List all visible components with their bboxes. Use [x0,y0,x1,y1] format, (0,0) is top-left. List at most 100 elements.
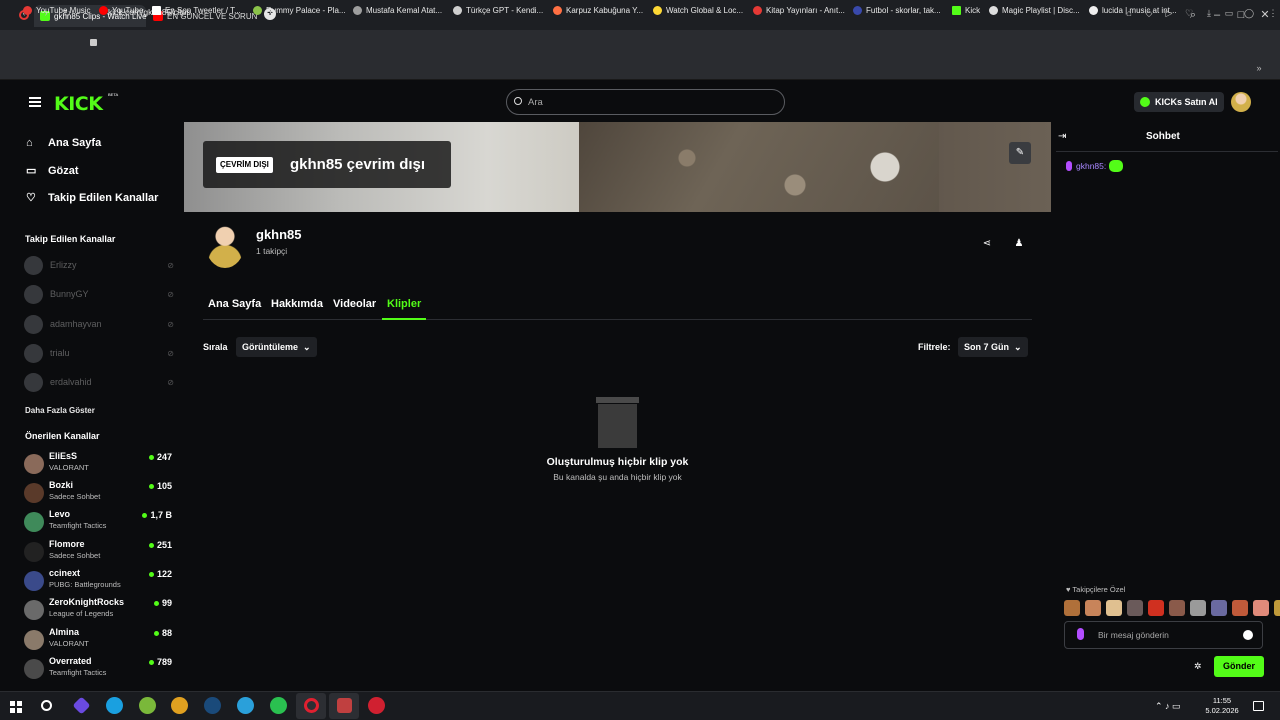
gear-icon[interactable]: ✲ [1194,661,1202,672]
heart-outline-icon[interactable]: ♡ [1184,8,1194,18]
recommended-channel[interactable]: ccinext PUBG: Battlegrounds 122 [24,568,174,594]
chat-title: Sohbet [1146,131,1180,142]
emote-icon[interactable] [1085,600,1101,616]
channel-category: VALORANT [49,463,89,472]
empty-state-title: Oluşturulmuş hiçbir klip yok [546,456,689,468]
bookmarks-overflow-icon[interactable]: » [1254,63,1264,73]
download-icon[interactable]: ⤓ [1204,8,1214,18]
emote-icon[interactable] [1169,600,1185,616]
tab-videos[interactable]: Videolar [333,298,376,310]
telegram-icon[interactable] [237,697,254,714]
taskbar-app-icon[interactable] [329,693,359,719]
emote-icon[interactable] [1106,600,1122,616]
live-dot-icon [148,483,154,489]
bookmark[interactable]: YouTube Music [23,6,91,15]
collapse-chat-icon[interactable]: ⇥ [1058,131,1066,142]
offline-icon: ⊘ [167,319,174,329]
send-button[interactable]: Gönder [1214,656,1264,677]
hamburger-menu-icon[interactable] [29,97,41,107]
logo-beta-tag: BETA [108,92,119,97]
clock-date: 5.02.2026 [1205,706,1239,715]
search-input[interactable] [506,89,785,115]
followed-channel[interactable]: Erlizzy ⊘ [24,255,174,275]
bookmark[interactable]: Watch Global & Loc... [653,6,743,15]
edge-icon[interactable] [106,697,123,714]
bookmark[interactable]: Mustafa Kemal Atat... [353,6,442,15]
whatsapp-icon[interactable] [270,697,287,714]
sort-dropdown[interactable]: Görüntüleme ⌄ [236,337,317,357]
followed-channel[interactable]: adamhayvan ⊘ [24,314,174,334]
recommended-channel[interactable]: ZeroKnightRocks League of Legends 99 [24,597,174,623]
recommended-channel[interactable]: Almina VALORANT 88 [24,627,174,653]
emote-icon[interactable] [1148,600,1164,616]
recommended-channel[interactable]: Flomore Sadece Sohbet 251 [24,539,174,565]
emote-icon[interactable] [1274,600,1280,616]
nav-home[interactable]: ⌂ Ana Sayfa [26,137,101,149]
taskbar-app-icon[interactable] [368,697,385,714]
tab-home[interactable]: Ana Sayfa [208,298,261,310]
bookmark-icon [453,6,462,15]
live-dot-icon [148,542,154,548]
taskbar-search-icon[interactable] [41,700,52,711]
filter-label: Filtrele: [918,342,951,352]
emote-icon[interactable] [1064,600,1080,616]
nav-following[interactable]: ♡ Takip Edilen Kanallar [26,191,158,205]
bookmark[interactable]: Magic Playlist | Disc... [989,6,1080,15]
emote-icon[interactable] [1190,600,1206,616]
tab-clips[interactable]: Klipler [387,298,421,310]
bookmark[interactable]: lucida | music at int... [1089,6,1177,15]
channel-name: Overrated [49,656,92,666]
avatar [24,630,44,650]
notification-icon[interactable] [1253,701,1264,711]
emoji-picker-icon[interactable] [1243,630,1253,640]
followed-channel[interactable]: erdalvahid ⊘ [24,372,174,392]
followed-channel[interactable]: BunnyGY ⊘ [24,284,174,304]
channel-avatar[interactable] [206,224,244,268]
offline-title: gkhn85 çevrim dışı [290,156,426,173]
recommended-channel[interactable]: EliEsS VALORANT 247 [24,451,174,477]
bookmark-icon [553,6,562,15]
profile-icon[interactable]: ◯ [1244,8,1254,18]
windows-start-icon[interactable] [10,701,22,713]
bookmark[interactable]: En Son Tweetler / T... [152,6,241,15]
emote-icon[interactable] [1127,600,1143,616]
mic-badge-icon [1066,161,1072,171]
tab-about[interactable]: Hakkımda [271,298,323,310]
bookmark[interactable]: Karpuz Kabuğuna Y... [553,6,643,15]
nav-browse[interactable]: ▭ Gözat [26,164,79,178]
bookmark[interactable]: Kick [952,6,980,15]
bookmark[interactable]: Rummy Palace - Pla... [253,6,346,15]
bookmark[interactable]: YouTube [99,6,143,15]
emote-icon[interactable] [1211,600,1227,616]
emote-icon[interactable] [1253,600,1269,616]
emote-icon[interactable] [1232,600,1248,616]
menu-dots-icon[interactable]: ⋮ [1268,8,1278,18]
show-more-link[interactable]: Daha Fazla Göster [25,406,95,415]
sidebar-toggle-icon[interactable]: ▭ [1224,8,1234,18]
chat-username[interactable]: gkhn85: [1076,161,1106,171]
edit-banner-button[interactable]: ✎ [1009,142,1031,164]
recommended-channel[interactable]: Bozki Sadece Sohbet 105 [24,480,174,506]
recommended-channel[interactable]: Levo Teamfight Tactics 1,7 B [24,509,174,535]
recommended-channel[interactable]: Overrated Teamfight Tactics 789 [24,656,174,682]
bookmark[interactable]: Kitap Yayınları - Anıt... [753,6,845,15]
bookmark[interactable]: Futbol - skorlar, tak... [853,6,941,15]
viewer-count: 789 [148,657,172,667]
followed-channel[interactable]: trialu ⊘ [24,343,174,363]
search-icon [514,97,522,105]
filter-dropdown[interactable]: Son 7 Gün ⌄ [958,337,1028,357]
taskbar-app-icon[interactable] [139,697,156,714]
bookmark-label: En Son Tweetler / T... [165,6,241,15]
taskbar-clock[interactable]: 11:55 5.02.2026 [1204,696,1240,716]
steam-icon[interactable] [204,697,221,714]
bookmark-icon [253,6,262,15]
opera-taskbar-icon[interactable] [296,693,326,719]
user-avatar[interactable] [1231,92,1251,112]
bookmark[interactable]: Türkçe GPT - Kendi... [453,6,543,15]
system-tray-icons[interactable]: ⌃ ♪ ▭ [1155,701,1181,712]
buy-kicks-button[interactable]: KICKs Satın Al [1134,92,1224,112]
share-icon[interactable]: ⋖ [980,238,994,252]
taskbar-app-icon[interactable] [171,697,188,714]
kick-logo[interactable]: KICK [54,93,103,115]
follow-user-icon[interactable]: ♟ [1012,238,1026,252]
